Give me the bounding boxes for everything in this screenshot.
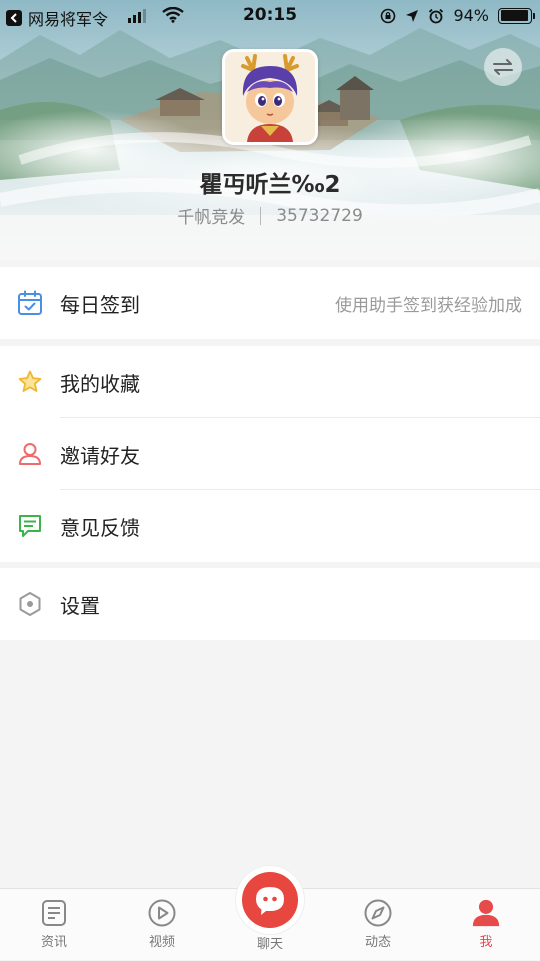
menu-item-label: 邀请好友 <box>60 443 140 468</box>
swap-arrows-icon <box>493 59 513 75</box>
switch-account-button[interactable] <box>484 48 522 86</box>
tab-label: 动态 <box>364 935 391 950</box>
menu-item-label: 我的收藏 <box>60 371 140 396</box>
tab-video[interactable]: 视频 <box>108 889 216 961</box>
orientation-lock-icon <box>381 8 396 23</box>
chat-icon <box>242 872 298 928</box>
play-icon <box>147 898 177 928</box>
tab-label: 视频 <box>148 935 175 950</box>
menu-item-invite-friends[interactable]: 邀请好友 <box>0 418 540 490</box>
location-arrow-icon <box>406 9 419 22</box>
user-icon <box>471 898 501 928</box>
checkin-group: 每日签到 使用助手签到获经验加成 <box>0 267 540 339</box>
tab-me[interactable]: 我 <box>432 889 540 961</box>
alarm-icon <box>429 8 444 23</box>
meta-separator <box>260 206 262 225</box>
calendar-check-icon <box>16 289 44 317</box>
menu-item-daily-checkin[interactable]: 每日签到 使用助手签到获经验加成 <box>0 267 540 339</box>
news-icon <box>39 898 69 928</box>
settings-group: 设置 <box>0 568 540 640</box>
person-icon <box>16 440 44 468</box>
message-icon <box>16 512 44 540</box>
checkin-hint: 使用助手签到获经验加成 <box>335 295 522 316</box>
status-bar: 网易将军令 20:15 94% <box>0 0 540 32</box>
battery-icon <box>498 7 535 24</box>
compass-icon <box>363 898 393 928</box>
tab-label: 我 <box>479 935 493 950</box>
star-icon <box>16 368 44 396</box>
hexagon-settings-icon <box>16 590 44 618</box>
user-meta: 千帆竞发 35732729 <box>0 203 540 229</box>
username: 瞿丏听兰‰2 <box>199 172 341 198</box>
server-name: 千帆竞发 <box>177 208 246 228</box>
battery-percent: 94% <box>453 6 489 25</box>
menu-item-label: 每日签到 <box>60 292 140 317</box>
menu-group: 我的收藏 邀请好友 意见反馈 <box>0 346 540 562</box>
avatar[interactable] <box>222 49 318 145</box>
menu-item-label: 设置 <box>60 593 100 618</box>
menu-item-feedback[interactable]: 意见反馈 <box>0 490 540 562</box>
tab-news[interactable]: 资讯 <box>0 889 108 961</box>
menu-item-favorites[interactable]: 我的收藏 <box>0 346 540 418</box>
tab-chat[interactable] <box>236 866 304 934</box>
menu-item-settings[interactable]: 设置 <box>0 568 540 640</box>
avatar-character-image <box>225 52 315 142</box>
menu-item-label: 意见反馈 <box>60 515 140 540</box>
tab-feed[interactable]: 动态 <box>324 889 432 961</box>
user-id: 35732729 <box>276 205 363 226</box>
tab-label: 资讯 <box>40 935 67 950</box>
tab-label: 聊天 <box>256 937 283 952</box>
profile-header: 网易将军令 20:15 94% 瞿丏听兰‰2 千帆竞发 35732729 <box>0 0 540 260</box>
